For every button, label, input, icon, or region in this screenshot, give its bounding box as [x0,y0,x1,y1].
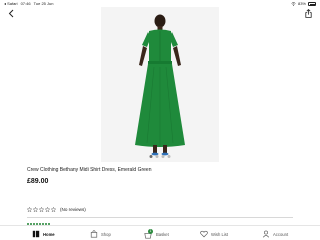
star-empty-icon [45,207,50,212]
chevron-left-icon [8,9,14,18]
carousel-dot[interactable] [155,155,159,158]
tab-home-label: Home [43,231,55,237]
tab-wishlist[interactable]: Wish List [200,228,228,240]
tab-account-label: Account [273,231,289,237]
status-date: Tue 25 Jun [33,1,54,6]
star-empty-icon [27,207,32,212]
back-button[interactable] [7,9,15,18]
carrier-label: ◂ Safari [4,1,18,6]
product-photo [135,14,185,156]
carousel-dots [149,155,171,158]
status-right: 83% [291,0,316,7]
battery-percent: 83% [297,1,306,6]
battery-icon [308,2,316,7]
heart-icon [200,230,208,238]
carousel-dot[interactable] [149,155,153,158]
basket-badge: 1 [148,229,153,234]
account-icon [262,230,270,238]
basket-icon-wrap: 1 [144,229,153,239]
product-title: Crew Clothing Bethany Midi Shirt Dress, … [27,167,152,173]
tab-wishlist-label: Wish List [211,231,228,237]
tab-shop[interactable]: Shop [90,228,111,240]
carousel-dot[interactable] [167,155,171,158]
star-empty-icon [33,207,38,212]
status-bar: ◂ Safari 07:46 Tue 25 Jun 83% [0,0,320,7]
share-icon [304,8,312,18]
review-count: (No reviews) [60,207,86,212]
share-button[interactable] [304,8,312,18]
tab-account[interactable]: Account [262,228,288,240]
star-empty-icon [51,207,56,212]
status-left: ◂ Safari 07:46 Tue 25 Jun [4,0,53,7]
shop-icon [90,230,98,238]
status-time: 07:46 [20,1,31,6]
carousel-dot[interactable] [161,155,165,158]
tab-basket[interactable]: 1 Basket [144,228,169,240]
tab-basket-label: Basket [156,231,169,237]
home-icon [32,230,40,238]
rating-summary[interactable]: (No reviews) [27,207,86,212]
wifi-icon [291,1,296,6]
tab-home[interactable]: Home [32,228,55,240]
section-divider [27,217,293,218]
product-image-carousel[interactable] [101,7,219,162]
star-empty-icon [39,207,44,212]
bottom-tab-bar: Home Shop 1 Basket Wish List Account [0,225,320,240]
product-price: £89.00 [27,178,49,185]
tab-shop-label: Shop [101,231,111,237]
